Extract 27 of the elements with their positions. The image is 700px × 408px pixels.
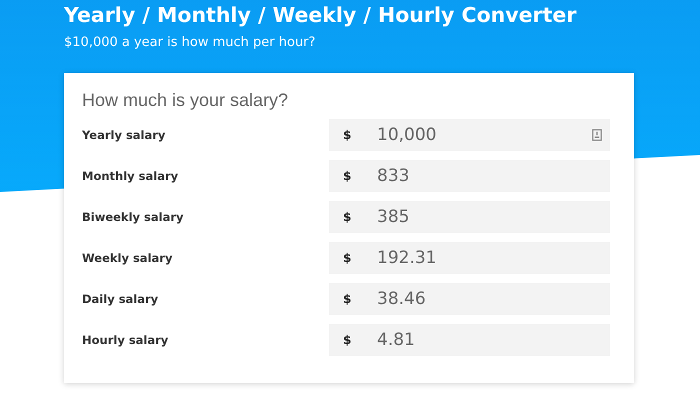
field-label: Monthly salary bbox=[82, 169, 178, 183]
field-label: Hourly salary bbox=[82, 333, 168, 347]
salary-input-field[interactable]: $ 192.31 bbox=[329, 242, 610, 274]
salary-input-field[interactable]: $ 4.81 bbox=[329, 324, 610, 356]
field-value: 4.81 bbox=[377, 330, 416, 350]
page-subtitle: $10,000 a year is how much per hour? bbox=[64, 34, 316, 52]
currency-symbol: $ bbox=[343, 292, 352, 306]
field-value: 833 bbox=[377, 166, 410, 186]
salary-input-field[interactable]: $ 38.46 bbox=[329, 283, 610, 315]
currency-symbol: $ bbox=[343, 333, 352, 347]
salary-input-field[interactable]: $ 833 bbox=[329, 160, 610, 192]
currency-symbol: $ bbox=[343, 251, 352, 265]
field-label: Daily salary bbox=[82, 292, 158, 306]
field-label: Weekly salary bbox=[82, 251, 172, 265]
page-title: Yearly / Monthly / Weekly / Hourly Converter bbox=[64, 2, 576, 28]
field-label: Biweekly salary bbox=[82, 210, 184, 224]
field-value: 192.31 bbox=[377, 248, 438, 268]
card-heading: How much is your salary? bbox=[82, 89, 290, 111]
salary-input-field[interactable]: $ 10,000 bbox=[329, 119, 610, 151]
field-value: 10,000 bbox=[377, 125, 438, 145]
salary-input-field[interactable]: $ 385 bbox=[329, 201, 610, 233]
field-label: Yearly salary bbox=[82, 128, 166, 142]
currency-symbol: $ bbox=[343, 128, 352, 142]
currency-symbol: $ bbox=[343, 169, 352, 183]
currency-symbol: $ bbox=[343, 210, 352, 224]
field-value: 38.46 bbox=[377, 289, 427, 309]
field-value: 385 bbox=[377, 207, 410, 227]
